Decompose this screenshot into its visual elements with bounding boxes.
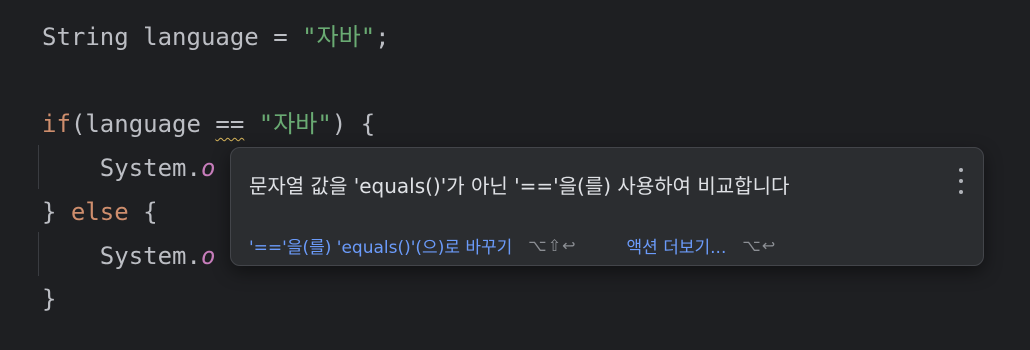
- code-text: }: [42, 198, 71, 226]
- code-text: }: [42, 285, 57, 313]
- more-actions-shortcut-hint: ⌥↩: [742, 235, 777, 255]
- more-actions-link[interactable]: 액션 더보기...: [627, 233, 727, 258]
- string-literal: "자바": [258, 110, 332, 138]
- if-keyword: if: [42, 110, 71, 138]
- field-name: o: [200, 154, 216, 182]
- more-vertical-icon[interactable]: [957, 168, 965, 194]
- indent-guide: [38, 145, 39, 189]
- code-line-4: System.o: [42, 153, 216, 183]
- string-literal: "자바": [302, 23, 376, 51]
- code-line-1: String language = "자바";: [42, 22, 390, 52]
- equality-operator-warning[interactable]: ==: [215, 110, 244, 138]
- code-text: (language: [70, 110, 216, 138]
- else-keyword: else: [70, 198, 129, 226]
- replace-with-equals-action[interactable]: '=='을(를) 'equals()'(으)로 바꾸기: [249, 233, 512, 258]
- field-name: o: [200, 242, 216, 270]
- inspection-popup: 문자열 값을 'equals()'가 아닌 '=='을(를) 사용하여 비교합니…: [230, 147, 984, 266]
- type-keyword: String: [42, 23, 129, 51]
- code-text: System.: [99, 242, 201, 270]
- code-text: ) {: [331, 110, 376, 138]
- code-line-3: if(language == "자바") {: [42, 109, 375, 139]
- code-line-7: }: [42, 284, 56, 314]
- code-text: {: [128, 198, 158, 226]
- popup-actions: '=='을(를) 'equals()'(으)로 바꾸기 ⌥⇧↩ 액션 더보기..…: [249, 232, 776, 258]
- replace-shortcut-hint: ⌥⇧↩: [528, 235, 577, 255]
- code-line-5: } else {: [42, 197, 158, 227]
- inspection-message: 문자열 값을 'equals()'가 아닌 '=='을(를) 사용하여 비교합니…: [249, 174, 790, 198]
- code-line-6: System.o: [42, 241, 216, 271]
- code-text: ;: [375, 23, 390, 51]
- code-text: language =: [128, 23, 303, 51]
- indent-guide: [38, 232, 39, 276]
- code-text: System.: [99, 154, 201, 182]
